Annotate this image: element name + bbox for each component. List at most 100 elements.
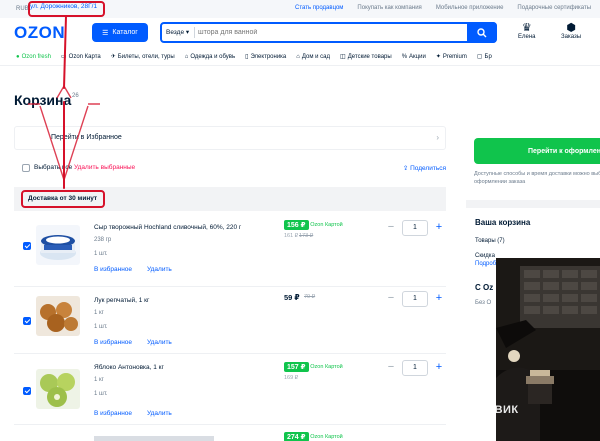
profile-label: Елена: [518, 34, 536, 40]
box-icon: ⬢: [566, 22, 576, 34]
card-price-label: с Ozon Картой: [306, 434, 343, 440]
price-with-card: 274 ₽: [284, 432, 309, 441]
increase-button[interactable]: +: [432, 292, 446, 306]
bag-icon: ▢: [476, 54, 483, 60]
orders-button[interactable]: ⬢ Заказы: [561, 22, 581, 40]
onion-image: [40, 302, 78, 332]
nav-item-card[interactable]: ▭ Ozon Карта: [61, 53, 101, 60]
phone-icon: ▯: [245, 54, 249, 60]
cart-item: 274 ₽ с Ozon Картой: [14, 426, 446, 441]
remove-item-button[interactable]: Удалить: [147, 339, 172, 346]
item-checkbox[interactable]: [23, 317, 31, 325]
leaf-icon: ●: [16, 53, 20, 60]
select-row: Выбрать все Удалить выбранные ⇪ Поделить…: [14, 158, 446, 176]
quantity-stepper: − 1 +: [384, 220, 448, 236]
increase-button[interactable]: +: [432, 361, 446, 375]
product-qty-note: 1 шт.: [94, 251, 108, 257]
quantity-stepper: − 1 +: [384, 291, 448, 307]
decrease-button[interactable]: −: [384, 221, 398, 235]
increase-button[interactable]: +: [432, 221, 446, 235]
cart-item: Яблоко Антоновка, 1 кг 1 кг 1 шт. В избр…: [14, 355, 446, 425]
house-icon: ⌂: [296, 53, 300, 60]
percent-icon: %: [401, 53, 408, 60]
product-qty-note: 1 шт.: [94, 391, 108, 397]
top-link-seller[interactable]: Стать продавцом: [295, 5, 343, 11]
top-links: Стать продавцом Покупать как компания Мо…: [295, 5, 591, 11]
quantity-input[interactable]: 1: [402, 291, 428, 307]
card-price-label: с Ozon Картой: [306, 222, 343, 228]
remove-item-button[interactable]: Удалить: [147, 410, 172, 417]
top-link-company[interactable]: Покупать как компания: [357, 5, 421, 11]
price-with-card: 157 ₽: [284, 362, 309, 372]
product-image-cheese[interactable]: [36, 225, 80, 265]
delivery-address-link[interactable]: ул. Дорожников, 28Г/1: [30, 3, 97, 10]
product-image-onion[interactable]: [36, 296, 80, 336]
struck-price: 70 ₽: [304, 294, 316, 300]
nav-item-electronics[interactable]: ▯ Электроника: [245, 53, 286, 60]
top-link-app[interactable]: Мобильное приложение: [436, 5, 504, 11]
top-link-gift[interactable]: Подарочные сертификаты: [517, 5, 591, 11]
currency-label: RUB: [16, 6, 29, 12]
card-icon: ▭: [60, 54, 67, 60]
product-name[interactable]: Сыр творожный Hochland сливочный, 60%, 2…: [94, 224, 241, 231]
nav-item-fresh[interactable]: ● Ozon fresh: [16, 54, 51, 60]
struck-price: 173 ₽: [299, 233, 314, 239]
quantity-input[interactable]: 1: [402, 360, 428, 376]
price-without-card: 161 ₽: [284, 233, 299, 239]
catalog-button[interactable]: ☰ Каталог: [92, 23, 148, 42]
plane-icon: ✈: [110, 54, 116, 60]
nav-item-premium[interactable]: ✦ Premium: [436, 53, 467, 60]
nav-item-more[interactable]: ▢ Бр: [477, 53, 492, 60]
apple-image: [40, 373, 75, 407]
product-name[interactable]: Лук репчатый, 1 кг: [94, 297, 149, 304]
search-icon: [477, 27, 487, 37]
quantity-stepper: − 1 +: [384, 360, 448, 376]
search-scope-select[interactable]: Везде ▾: [166, 28, 189, 36]
share-button[interactable]: ⇪ Поделиться: [403, 164, 446, 172]
price-with-card: 156 ₽: [284, 220, 309, 230]
nav-item-sales[interactable]: % Акции: [402, 54, 426, 60]
nav-item-clothes[interactable]: ⌂ Одежда и обувь: [185, 54, 235, 60]
ozon-card-section-sub: Без О: [475, 300, 492, 306]
nav-item-home[interactable]: ⌂ Дом и сад: [296, 54, 330, 60]
category-nav: ● Ozon fresh ▭ Ozon Карта ✈ Билеты, отели, …: [0, 48, 600, 66]
top-bar: RUB ул. Дорожников, 28Г/1 Стать продавцо…: [0, 0, 600, 18]
price: 59 ₽: [284, 293, 300, 302]
product-name[interactable]: Яблоко Антоновка, 1 кг: [94, 364, 164, 371]
select-all-label[interactable]: Выбрать все: [34, 164, 72, 171]
decrease-button[interactable]: −: [384, 292, 398, 306]
menu-icon: ☰: [102, 29, 109, 37]
search-button[interactable]: [467, 22, 497, 43]
card-price-label: с Ozon Картой: [306, 364, 343, 370]
nav-item-tickets[interactable]: ✈ Билеты, отели, туры: [111, 53, 175, 60]
delivery-group-label: Доставка от 30 минут: [28, 195, 98, 202]
to-favorites-button[interactable]: В избранное: [94, 339, 132, 346]
remove-item-button[interactable]: Удалить: [147, 266, 172, 273]
to-favorites-button[interactable]: В избранное: [94, 266, 132, 273]
otzovik-watermark: ОТЗОВИК: [462, 404, 519, 416]
quantity-input[interactable]: 1: [402, 220, 428, 236]
summary-discount: Скидка: [475, 253, 495, 259]
product-qty-note: 1 шт.: [94, 324, 108, 330]
favorites-banner-label: Перейти в Избранное: [51, 134, 122, 141]
crown-icon: ♛: [521, 22, 532, 34]
catalog-button-label: Каталог: [112, 29, 138, 36]
checkout-button[interactable]: Перейти к оформлению: [474, 138, 600, 164]
item-checkbox[interactable]: [23, 387, 31, 395]
ozon-logo[interactable]: OZON: [14, 23, 65, 43]
product-image-apple[interactable]: [36, 369, 80, 409]
search-input[interactable]: [198, 26, 418, 39]
select-all-checkbox[interactable]: [22, 164, 30, 172]
item-checkbox[interactable]: [23, 242, 31, 250]
nav-item-kids[interactable]: ◫ Детские товары: [340, 53, 392, 60]
summary-goods: Товары (7): [475, 238, 505, 244]
favorites-banner[interactable]: Перейти в Избранное ›: [14, 126, 446, 150]
delete-selected-button[interactable]: Удалить выбранные: [74, 164, 135, 171]
decrease-button[interactable]: −: [384, 361, 398, 375]
page-title: Корзина: [14, 92, 72, 108]
to-favorites-button[interactable]: В избранное: [94, 410, 132, 417]
ozon-card-section-title: С Oz: [475, 283, 494, 292]
profile-button[interactable]: ♛ Елена: [518, 22, 536, 40]
star-icon: ✦: [435, 54, 441, 60]
cheese-tub-image: [40, 235, 76, 260]
